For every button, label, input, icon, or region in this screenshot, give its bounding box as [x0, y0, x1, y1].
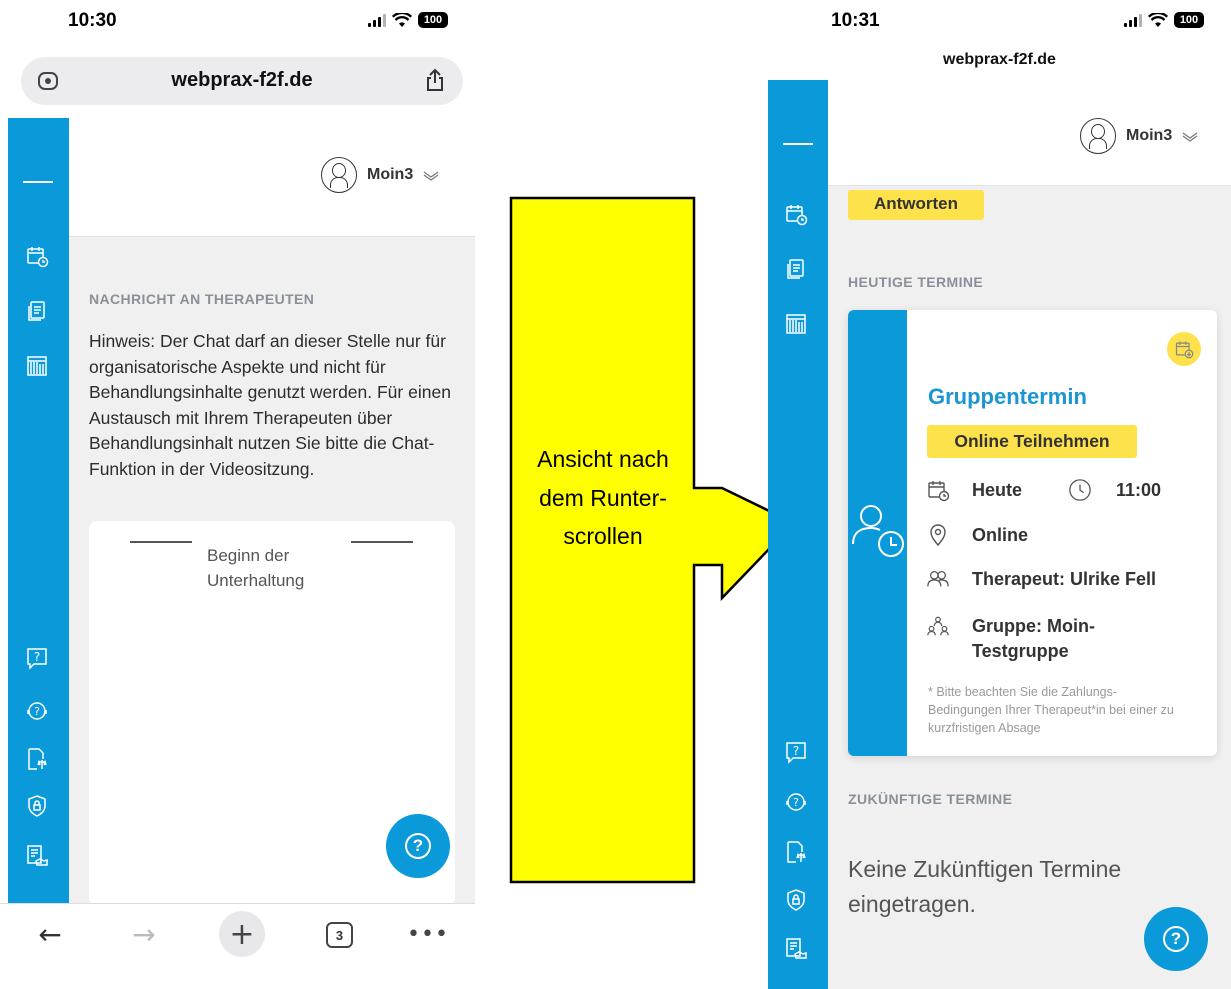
help-icon: ? — [1163, 926, 1189, 952]
user-menu[interactable]: Moin3 — [1080, 118, 1198, 154]
location-pin-icon — [926, 523, 950, 547]
status-time: 10:30 — [68, 10, 117, 31]
appointment-therapist: Therapeut: Ulrike Fell — [972, 569, 1157, 589]
user-name: Moin3 — [367, 166, 414, 183]
signal-icon — [368, 13, 386, 27]
privacy-shield-icon[interactable] — [784, 888, 808, 912]
scroll-arrow-callout: Ansicht nach dem Runter-scrollen — [508, 195, 798, 885]
status-icons: 100 — [368, 12, 448, 28]
group-appointment-icon — [852, 505, 904, 557]
add-to-calendar-button[interactable] — [1167, 332, 1201, 366]
join-online-button[interactable]: Online Teilnehmen — [927, 425, 1137, 458]
documents-icon[interactable] — [784, 257, 808, 281]
calendar-icon[interactable] — [25, 244, 49, 268]
forward-arrow-icon[interactable]: → — [124, 916, 164, 952]
calendar-download-icon — [1175, 341, 1194, 359]
right-phone-screenshot: 10:31 100 webprax-f2f.de ? ? Moin3 Antwo… — [768, 0, 1231, 989]
help-button[interactable]: ? — [386, 814, 450, 878]
help-icon: ? — [405, 833, 431, 859]
back-arrow-icon[interactable]: ← — [30, 916, 70, 952]
contract-icon[interactable] — [25, 844, 49, 868]
status-icons: 100 — [1124, 12, 1204, 28]
battery-icon: 100 — [1174, 12, 1204, 28]
menu-icon[interactable] — [783, 132, 813, 156]
support-icon[interactable]: ? — [25, 699, 49, 723]
tabs-count-button[interactable]: 3 — [326, 922, 353, 948]
new-tab-plus-icon[interactable]: + — [219, 911, 265, 957]
wifi-icon — [392, 12, 412, 27]
sidebar: ? ? — [8, 118, 69, 903]
browser-toolbar: ← → + 3 ••• — [0, 903, 475, 989]
browser-url[interactable]: webprax-f2f.de — [21, 69, 463, 92]
future-appointments-heading: ZUKÜNFTIGE TERMINE — [848, 791, 1013, 807]
chevron-down-icon — [423, 171, 439, 181]
chevron-down-icon — [1182, 132, 1198, 142]
clock-icon — [1068, 478, 1092, 502]
appointment-time: 11:00 — [1116, 480, 1162, 500]
divider-right — [351, 541, 413, 543]
share-icon[interactable] — [425, 68, 445, 92]
user-name: Moin3 — [1126, 127, 1173, 144]
browser-address-bar[interactable]: webprax-f2f.de — [21, 57, 463, 105]
payment-note: * Bitte beachten Sie die Zahlungs-Beding… — [928, 685, 1174, 735]
more-options-icon[interactable]: ••• — [407, 916, 448, 952]
appointment-title: Gruppentermin — [928, 384, 1087, 409]
legal-icon[interactable] — [25, 747, 49, 771]
arrow-label: Ansicht nach dem Runter-scrollen — [537, 446, 669, 549]
faq-icon[interactable]: ? — [784, 740, 808, 764]
section-heading: NACHRICHT AN THERAPEUTEN — [89, 291, 315, 307]
no-future-appointments-text: Keine Zukünftigen Termine eingetragen. — [848, 856, 1122, 917]
calendar-icon[interactable] — [784, 202, 808, 226]
svg-text:?: ? — [34, 650, 40, 664]
browser-domain[interactable]: webprax-f2f.de — [768, 51, 1231, 69]
appointment-card: Gruppentermin Online Teilnehmen Heute 11… — [848, 310, 1217, 756]
today-appointments-heading: HEUTIGE TERMINE — [848, 274, 984, 290]
left-phone-screenshot: 10:30 100 webprax-f2f.de ? ? Moin3 NACHR… — [0, 0, 475, 989]
group-icon — [926, 614, 950, 638]
chat-start-label: Beginn der Unterhaltung — [207, 546, 305, 590]
privacy-shield-icon[interactable] — [25, 794, 49, 818]
legal-icon[interactable] — [784, 840, 808, 864]
menu-icon[interactable] — [23, 170, 53, 194]
appointment-location: Online — [972, 525, 1029, 545]
battery-icon: 100 — [418, 12, 448, 28]
faq-icon[interactable]: ? — [25, 646, 49, 670]
documents-icon[interactable] — [25, 299, 49, 323]
library-icon[interactable] — [784, 312, 808, 336]
svg-text:?: ? — [793, 796, 799, 809]
library-icon[interactable] — [25, 354, 49, 378]
wifi-icon — [1148, 12, 1168, 27]
appointment-group: Gruppe: Moin-Testgruppe — [972, 616, 1095, 661]
calendar-icon — [926, 478, 950, 502]
divider-left — [130, 541, 192, 543]
signal-icon — [1124, 13, 1142, 27]
status-time: 10:31 — [831, 10, 880, 31]
appointment-date: Heute — [972, 480, 1023, 500]
avatar-icon — [321, 157, 357, 193]
help-button[interactable]: ? — [1144, 907, 1208, 971]
therapist-icon — [926, 567, 950, 591]
chat-hint-text: Hinweis: Der Chat darf an dieser Stelle … — [89, 331, 451, 479]
card-stripe — [848, 310, 907, 756]
user-menu[interactable]: Moin3 — [321, 157, 439, 193]
contract-icon[interactable] — [784, 937, 808, 961]
svg-text:?: ? — [34, 705, 40, 718]
avatar-icon — [1080, 118, 1116, 154]
support-icon[interactable]: ? — [784, 790, 808, 814]
answer-button[interactable]: Antworten — [848, 190, 984, 220]
svg-text:?: ? — [793, 744, 799, 758]
sidebar: ? ? — [768, 80, 828, 989]
